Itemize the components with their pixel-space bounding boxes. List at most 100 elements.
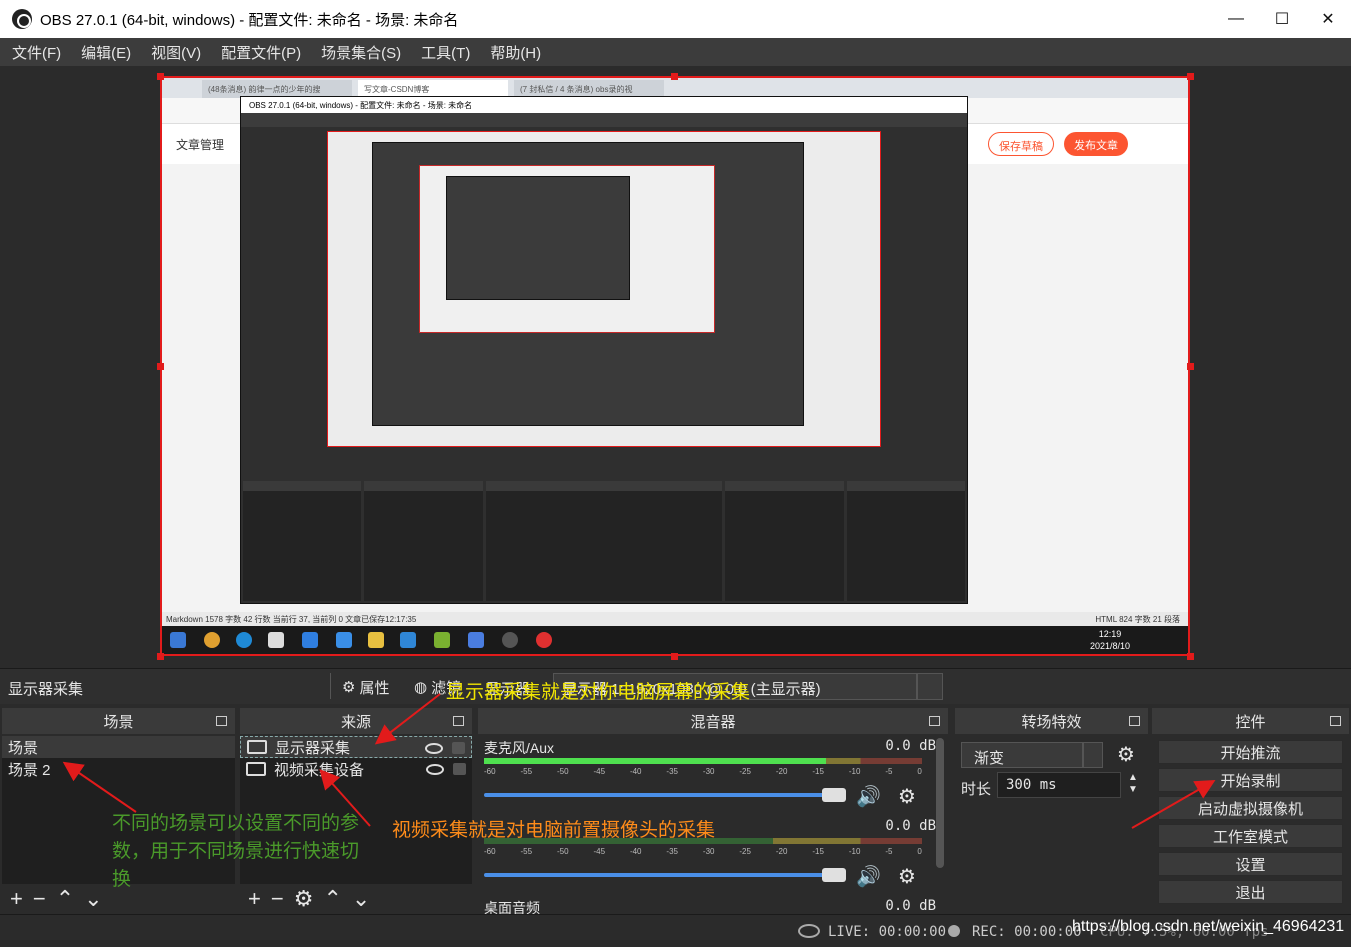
eye-icon[interactable]	[425, 743, 443, 754]
title-bar: OBS 27.0.1 (64-bit, windows) - 配置文件: 未命名…	[0, 0, 1351, 38]
controls-body: 开始推流 开始录制 启动虚拟摄像机 工作室模式 设置 退出	[1152, 736, 1349, 914]
resize-handle[interactable]	[157, 653, 164, 660]
float-icon[interactable]	[216, 716, 227, 726]
file-icon	[268, 632, 284, 648]
mixer-scrollbar[interactable]	[936, 738, 944, 868]
maximize-button[interactable]: ☐	[1259, 0, 1305, 38]
resize-handle[interactable]	[1187, 363, 1194, 370]
speaker-icon[interactable]: 🔊	[856, 784, 881, 809]
speaker-icon[interactable]: 🔊	[856, 864, 881, 889]
camera-icon	[246, 762, 266, 776]
gear-icon[interactable]: ⚙	[1117, 742, 1135, 767]
minimize-button[interactable]: —	[1213, 0, 1259, 38]
gear-icon[interactable]: ⚙	[898, 784, 916, 809]
nested-canvas-level4	[446, 176, 630, 300]
studio-mode-button[interactable]: 工作室模式	[1158, 824, 1343, 848]
source-label: 视频采集设备	[274, 761, 365, 779]
preview-canvas[interactable]: (48条消息) 韵律一点的少年的搜 写文章-CSDN博客 (7 封私信 / 4 …	[160, 76, 1190, 656]
menu-view[interactable]: 视图(V)	[141, 42, 211, 63]
nested-dock	[243, 481, 362, 601]
resize-handle[interactable]	[157, 363, 164, 370]
source-item[interactable]: 视频采集设备	[240, 758, 472, 780]
meter-tick-label: -5	[885, 767, 893, 776]
add-icon[interactable]: +	[10, 886, 23, 912]
eye-icon[interactable]	[426, 764, 444, 775]
move-down-icon[interactable]: ⌄	[84, 886, 102, 912]
meter-tick-label: -55	[520, 847, 533, 856]
nested-dock	[725, 481, 844, 601]
source-item[interactable]: 显示器采集	[240, 736, 472, 758]
scene-item[interactable]: 场景 2	[2, 758, 235, 780]
chevron-updown-icon[interactable]	[917, 673, 943, 700]
move-up-icon[interactable]: ⌃	[56, 886, 74, 912]
mixer-dock: 混音器 麦克风/Aux 0.0 dB -60 -55 -50 -45 -40 -35 -30…	[478, 708, 948, 924]
resize-handle[interactable]	[671, 73, 678, 80]
meter-tick-label: -20	[775, 767, 788, 776]
meter-tick-label: -20	[775, 847, 788, 856]
dock-header: 转场特效	[955, 708, 1148, 734]
float-icon[interactable]	[453, 716, 464, 726]
duration-spinner[interactable]: ▲ ▼	[1123, 772, 1143, 798]
mixer-title: 混音器	[690, 713, 736, 731]
meter-tick-label: -40	[629, 767, 642, 776]
remove-icon[interactable]: −	[33, 886, 46, 912]
filter-icon: ◍	[414, 679, 428, 696]
window-controls: — ☐ ✕	[1213, 0, 1351, 38]
exit-button[interactable]: 退出	[1158, 880, 1343, 904]
meter-tick-label: -5	[885, 847, 893, 856]
resize-handle[interactable]	[671, 653, 678, 660]
transitions-body: 渐变 ⚙ 时长 300 ms ▲ ▼	[955, 736, 1148, 914]
watermark: https://blog.csdn.net/weixin_46964231	[1072, 918, 1345, 935]
track-db: 0.0 dB	[885, 818, 936, 834]
transition-select[interactable]: 渐变	[961, 742, 1083, 768]
gear-icon[interactable]: ⚙	[898, 864, 916, 889]
volume-slider[interactable]	[484, 873, 834, 877]
float-icon[interactable]	[1330, 716, 1341, 726]
resize-handle[interactable]	[157, 73, 164, 80]
csdn-save-draft: 保存草稿	[988, 132, 1054, 156]
duration-input[interactable]: 300 ms	[997, 772, 1121, 798]
editor-status-left: Markdown 1578 字数 42 行数 当前行 37, 当前列 0 文章已…	[166, 615, 417, 624]
editor-status-right: HTML 824 字数 21 段落	[1095, 615, 1180, 624]
float-icon[interactable]	[1129, 716, 1140, 726]
notes-icon	[336, 632, 352, 648]
float-icon[interactable]	[929, 716, 940, 726]
menu-scene-collection[interactable]: 场景集合(S)	[311, 42, 411, 63]
meter-tick-label: -15	[812, 767, 824, 776]
chevron-updown-icon[interactable]	[1083, 742, 1103, 768]
gear-icon: ⚙	[342, 679, 356, 696]
app-icon	[468, 632, 484, 648]
resize-handle[interactable]	[1187, 653, 1194, 660]
edge-icon	[236, 632, 252, 648]
volume-slider-knob[interactable]	[822, 788, 846, 802]
meter-tick-label: -10	[848, 847, 861, 856]
scene-item[interactable]: 场景	[2, 736, 235, 758]
menu-help[interactable]: 帮助(H)	[480, 42, 551, 63]
annotation-video-capture: 视频采集就是对电脑前置摄像头的采集	[392, 820, 716, 841]
menu-tools[interactable]: 工具(T)	[411, 42, 480, 63]
meter-tick-label: -10	[848, 767, 861, 776]
transitions-dock: 转场特效 渐变 ⚙ 时长 300 ms ▲ ▼	[955, 708, 1148, 914]
volume-slider-knob[interactable]	[822, 868, 846, 882]
start-streaming-button[interactable]: 开始推流	[1158, 740, 1343, 764]
resize-handle[interactable]	[1187, 73, 1194, 80]
dock-header: 来源	[240, 708, 472, 734]
lock-icon[interactable]	[452, 742, 465, 754]
volume-slider[interactable]	[484, 793, 834, 797]
nested-obs-menu	[241, 113, 967, 127]
menu-profile[interactable]: 配置文件(P)	[211, 42, 311, 63]
close-button[interactable]: ✕	[1305, 0, 1351, 38]
lock-icon[interactable]	[453, 763, 466, 775]
start-virtual-camera-button[interactable]: 启动虚拟摄像机	[1158, 796, 1343, 820]
preview-area[interactable]: (48条消息) 韵律一点的少年的搜 写文章-CSDN博客 (7 封私信 / 4 …	[0, 66, 1351, 666]
nested-canvas	[327, 131, 881, 447]
menu-edit[interactable]: 编辑(E)	[71, 42, 141, 63]
controls-dock: 控件 开始推流 开始录制 启动虚拟摄像机 工作室模式 设置 退出	[1152, 708, 1349, 914]
controls-title: 控件	[1235, 713, 1266, 731]
settings-button[interactable]: 设置	[1158, 852, 1343, 876]
menu-file[interactable]: 文件(F)	[2, 42, 71, 63]
meter-ticks: -60 -55 -50 -45 -40 -35 -30 -25 -20 -15 -10 -5 0	[484, 847, 922, 856]
volume-meter-level	[484, 758, 826, 764]
properties-button[interactable]: ⚙ 属性	[342, 675, 389, 699]
start-recording-button[interactable]: 开始录制	[1158, 768, 1343, 792]
